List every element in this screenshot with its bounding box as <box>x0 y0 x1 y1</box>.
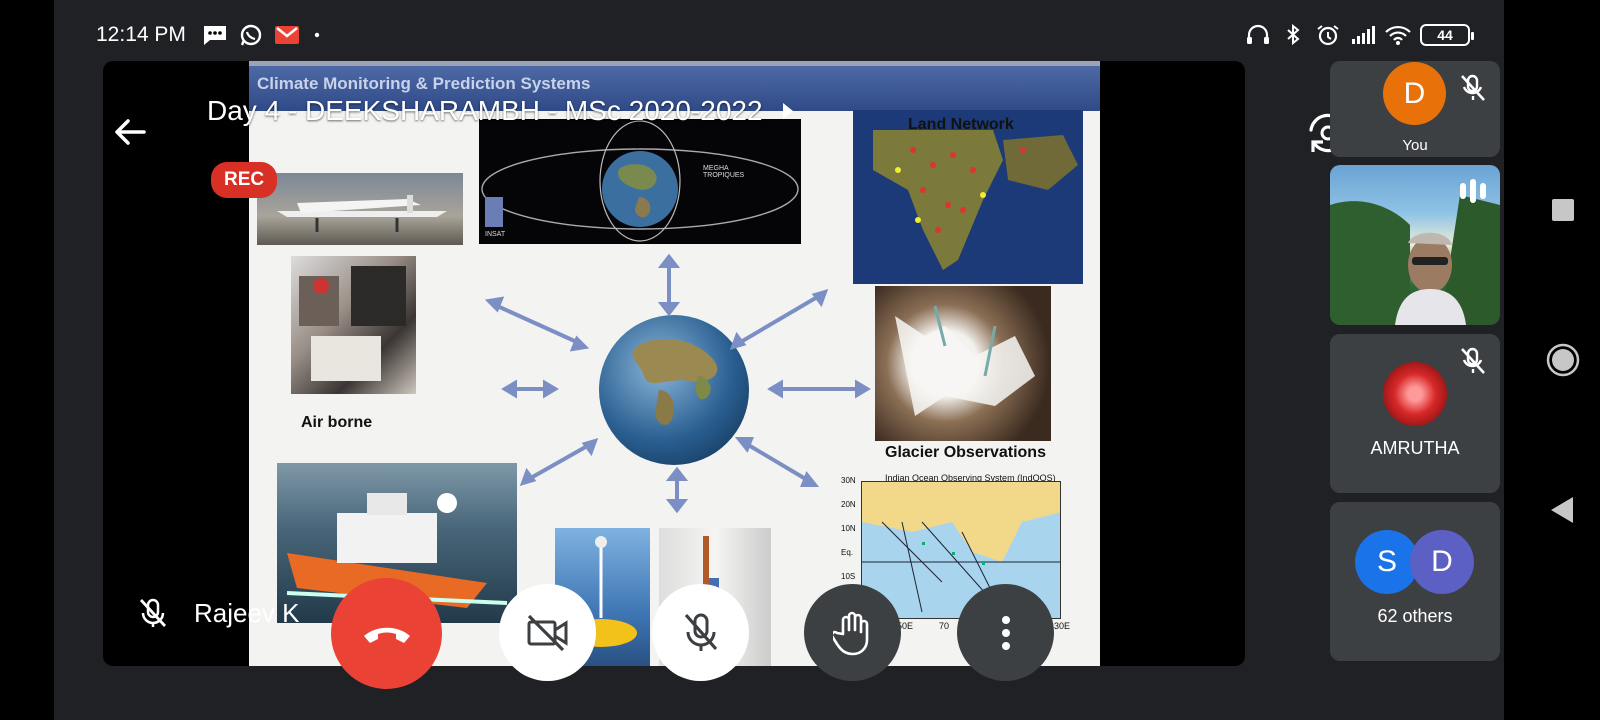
wifi-icon <box>1385 25 1411 45</box>
gmail-icon <box>274 26 299 44</box>
mic-off-icon <box>684 613 717 651</box>
participant-tile-amrutha[interactable]: AMRUTHA <box>1330 334 1500 493</box>
shared-slide: Climate Monitoring & Prediction Systems … <box>249 61 1100 666</box>
presentation-stage[interactable]: Climate Monitoring & Prediction Systems … <box>103 61 1245 666</box>
meeting-title-text: Day 4 - DEEKSHARAMBH - MSc 2020-2022 <box>207 95 763 126</box>
presenter-name: Rajeev K <box>194 597 300 628</box>
chevron-right-icon <box>782 103 793 119</box>
headset-icon <box>1247 24 1269 44</box>
lat-label: 10N <box>841 524 856 533</box>
participant-tile-speaker[interactable] <box>1330 165 1500 325</box>
mic-off-icon <box>1461 74 1485 101</box>
camera-off-icon <box>527 614 567 651</box>
more-options-button[interactable] <box>957 584 1054 681</box>
more-vertical-icon <box>1001 615 1010 650</box>
back-triangle-icon[interactable] <box>1549 495 1575 525</box>
lat-label: Eq. <box>841 548 854 557</box>
map-lat-labels: 30N 20N 10N Eq. 10S <box>841 469 859 589</box>
you-label: You <box>1402 137 1428 154</box>
mic-off-icon <box>139 598 167 627</box>
participant-tile-you[interactable]: D You <box>1330 61 1500 157</box>
home-circle-icon[interactable] <box>1546 343 1580 377</box>
end-call-button[interactable] <box>331 578 442 689</box>
avatar-initial: S <box>1376 545 1397 578</box>
alarm-icon <box>1317 25 1339 46</box>
whatsapp-icon <box>240 24 262 46</box>
bluetooth-icon <box>1287 24 1300 46</box>
avatar: D <box>1383 62 1446 125</box>
avatar-initial: D <box>1403 76 1426 110</box>
avatar <box>1383 362 1447 426</box>
screen: 12:14 PM 44 Climate Monitoring & Predict… <box>0 0 1600 720</box>
participant-tile-others[interactable]: S D 62 others <box>1330 502 1500 661</box>
phone-hangup-icon <box>363 627 410 643</box>
raise-hand-button[interactable] <box>804 584 901 681</box>
recents-square-icon[interactable] <box>1551 198 1575 222</box>
lat-label: 20N <box>841 500 856 509</box>
status-time: 12:14 PM <box>96 23 186 46</box>
speaking-indicator-icon <box>1460 179 1486 203</box>
lat-label: 30N <box>841 476 856 485</box>
presenter-label: Rajeev K <box>138 597 300 629</box>
mic-off-icon <box>1461 347 1485 374</box>
sms-icon <box>203 26 226 45</box>
others-count: 62 others <box>1377 606 1453 626</box>
participant-name: AMRUTHA <box>1370 438 1460 458</box>
avatar: D <box>1410 530 1474 594</box>
meeting-title[interactable]: Day 4 - DEEKSHARAMBH - MSc 2020-2022 <box>207 95 795 127</box>
mic-toggle-button[interactable] <box>652 584 749 681</box>
navigation-bar <box>1520 0 1600 720</box>
status-bar: 12:14 PM <box>96 20 324 50</box>
recording-badge: REC <box>211 162 278 198</box>
lon-label: 70 <box>939 621 950 631</box>
hand-icon <box>832 611 868 655</box>
status-bar-right: 44 <box>1245 20 1474 50</box>
back-arrow-icon[interactable] <box>110 112 150 152</box>
signal-icon <box>1352 26 1375 44</box>
battery-level: 44 <box>1437 27 1453 43</box>
battery-indicator: 44 <box>1420 24 1474 46</box>
avatar-initial: D <box>1431 545 1453 578</box>
camera-toggle-button[interactable] <box>499 584 596 681</box>
dot-icon <box>314 32 320 38</box>
